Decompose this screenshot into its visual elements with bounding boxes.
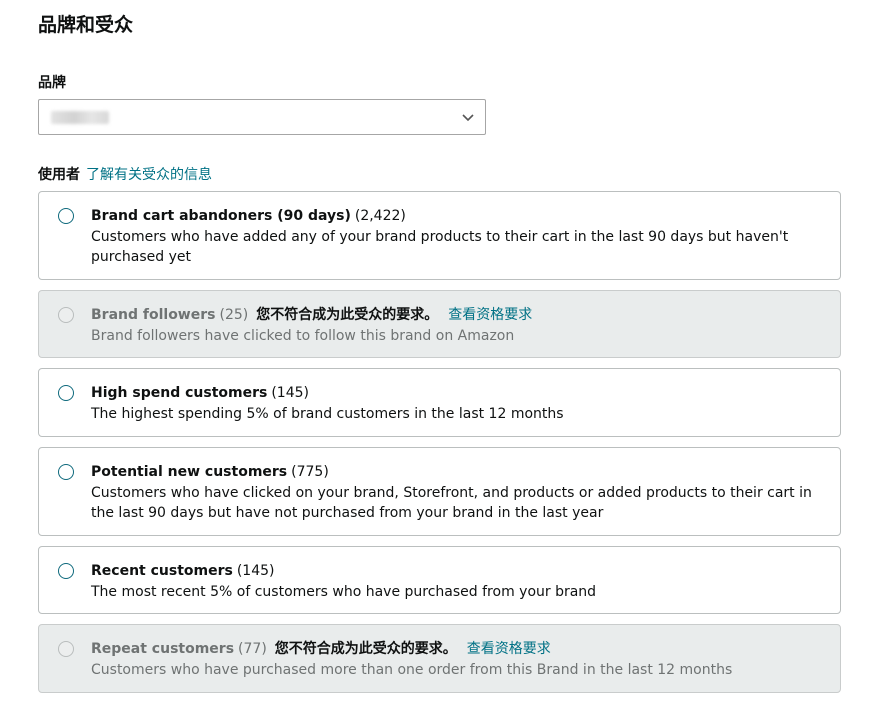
audience-description: Customers who have clicked on your brand… — [91, 484, 812, 522]
chevron-down-icon — [462, 114, 474, 122]
audience-name: Potential new customers — [91, 464, 288, 480]
ineligible-warning: 您不符合成为此受众的要求。 — [256, 307, 439, 323]
radio-icon[interactable] — [58, 563, 74, 579]
audience-card-brand-followers: Brand followers (25) 您不符合成为此受众的要求。 查看资格要求 B… — [38, 290, 841, 358]
ineligible-warning: 您不符合成为此受众的要求。 — [274, 641, 457, 657]
audience-usage-row: 使用者 了解有关受众的信息 — [38, 164, 212, 184]
audience-count: (2,422) — [354, 208, 406, 224]
radio-icon[interactable] — [58, 464, 74, 480]
brand-label: 品牌 — [38, 75, 66, 91]
audience-count: (25) — [219, 307, 249, 323]
audience-description: Customers who have purchased more than o… — [91, 661, 733, 678]
audience-description: Brand followers have clicked to follow t… — [91, 327, 515, 344]
audience-count: (145) — [271, 385, 309, 401]
audience-count: (775) — [291, 464, 329, 480]
audience-description: The most recent 5% of customers who have… — [91, 583, 597, 600]
audience-name: Repeat customers — [91, 641, 235, 657]
brand-select[interactable] — [38, 99, 486, 135]
audience-card-potential-new-customers[interactable]: Potential new customers (775) Customers w… — [38, 447, 841, 536]
audience-count: (145) — [236, 563, 275, 579]
view-requirements-link[interactable]: 查看资格要求 — [448, 307, 532, 323]
radio-icon — [58, 641, 74, 657]
audience-name: Brand followers — [91, 307, 216, 323]
audience-card-high-spend-customers[interactable]: High spend customers (145) The highest sp… — [38, 368, 841, 437]
learn-audiences-link[interactable]: 了解有关受众的信息 — [86, 167, 212, 183]
audience-name: Brand cart abandoners (90 days) — [91, 208, 351, 224]
section-title: 品牌和受众 — [38, 14, 134, 36]
usage-label: 使用者 — [38, 167, 80, 183]
audience-name: High spend customers — [91, 385, 268, 401]
audience-card-repeat-customers: Repeat customers (77) 您不符合成为此受众的要求。 查看资格要求 … — [38, 624, 841, 693]
radio-icon[interactable] — [58, 208, 74, 224]
radio-icon[interactable] — [58, 385, 74, 401]
audience-count: (77) — [238, 641, 267, 657]
view-requirements-link[interactable]: 查看资格要求 — [467, 641, 551, 657]
audience-description: The highest spending 5% of brand custome… — [91, 405, 564, 422]
audience-name: Recent customers — [91, 563, 233, 579]
radio-icon — [58, 307, 74, 323]
audience-description: Customers who have added any of your bra… — [91, 228, 789, 266]
audience-card-recent-customers[interactable]: Recent customers (145) The most recent 5%… — [38, 546, 841, 614]
audience-card-brand-cart-abandoners[interactable]: Brand cart abandoners (90 days) (2,422) C… — [38, 191, 841, 280]
brand-select-blurred-value — [51, 111, 109, 124]
